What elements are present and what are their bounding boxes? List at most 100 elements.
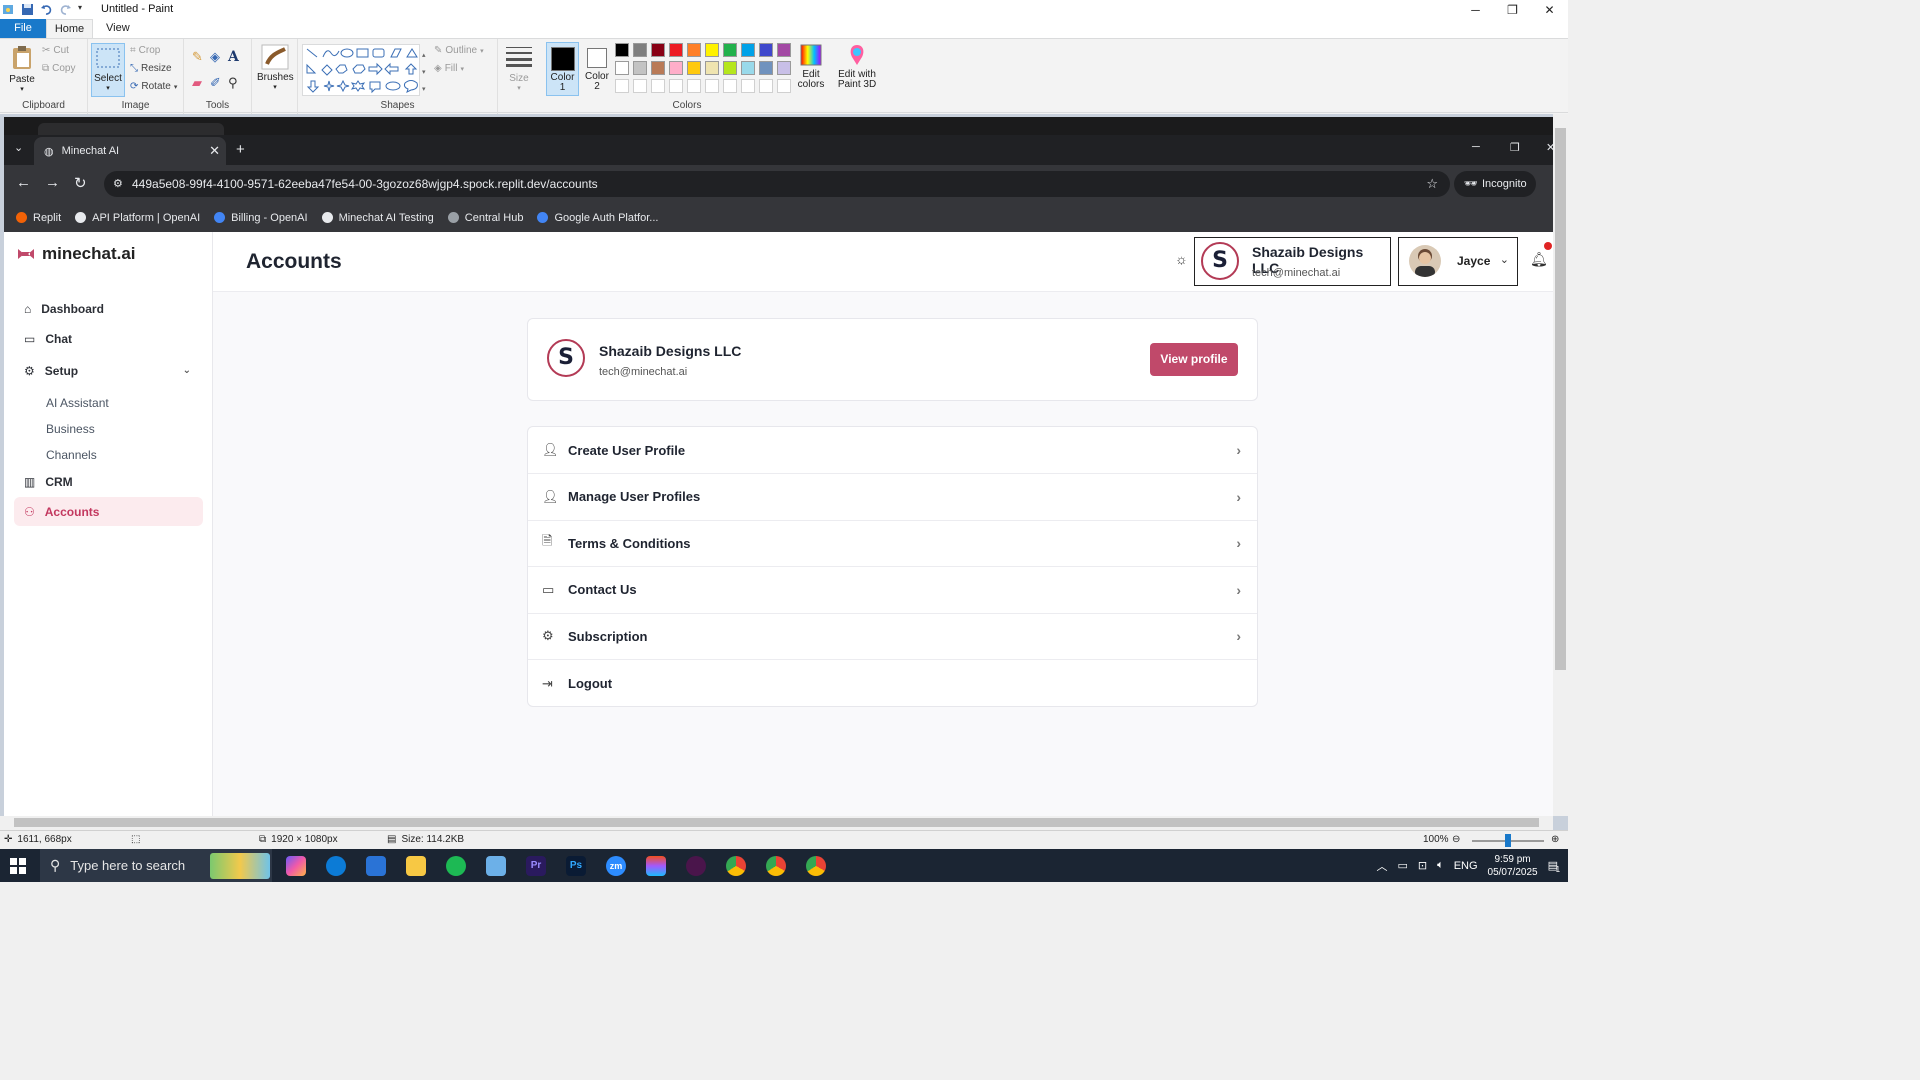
account-menu-item-terms-conditions[interactable]: 🗎 Terms & Conditions › bbox=[528, 520, 1257, 568]
account-menu-item-subscription[interactable]: ⚙ Subscription › bbox=[528, 613, 1257, 661]
premiere-icon[interactable]: Pr bbox=[526, 856, 546, 876]
custom-color-swatch[interactable] bbox=[651, 79, 665, 93]
bookmark-item[interactable]: Central Hub bbox=[447, 212, 523, 224]
chrome-icon[interactable] bbox=[726, 856, 746, 876]
color-swatch[interactable] bbox=[669, 61, 683, 75]
reload-icon[interactable]: ↻ bbox=[74, 174, 87, 192]
file-explorer-icon[interactable] bbox=[406, 856, 426, 876]
view-profile-button[interactable]: View profile bbox=[1150, 343, 1238, 376]
volume-icon[interactable]: 🔈︎ bbox=[1437, 859, 1444, 872]
edit-colors-button[interactable]: Edit colors bbox=[795, 43, 827, 90]
custom-color-swatch[interactable] bbox=[687, 79, 701, 93]
tab-view[interactable]: View bbox=[96, 19, 140, 38]
notifications-icon[interactable]: ▤ 1 bbox=[1548, 859, 1560, 874]
sidebar-subitem-ai-assistant[interactable]: AI Assistant bbox=[46, 396, 109, 410]
site-info-icon[interactable]: ⚙ bbox=[113, 171, 123, 197]
zoom-slider-thumb[interactable] bbox=[1505, 834, 1511, 847]
color-swatch[interactable] bbox=[705, 43, 719, 57]
zoom-app-icon[interactable]: zm bbox=[606, 856, 626, 876]
bookmark-item[interactable]: Google Auth Platfor... bbox=[537, 212, 658, 224]
custom-color-swatch[interactable] bbox=[705, 79, 719, 93]
magnifier-icon[interactable]: ⚲ bbox=[228, 75, 246, 91]
fill-bucket-icon[interactable]: ◈ bbox=[210, 49, 228, 65]
paint-taskbar-icon[interactable] bbox=[486, 856, 506, 876]
color-swatch[interactable] bbox=[633, 43, 647, 57]
text-tool-icon[interactable]: A bbox=[228, 49, 246, 65]
tab-close-icon[interactable]: ✕ bbox=[209, 143, 220, 159]
figma-icon[interactable] bbox=[646, 856, 666, 876]
bookmark-item[interactable]: Minechat AI Testing bbox=[321, 212, 434, 224]
taskbar-search[interactable]: ⚲ Type here to search bbox=[40, 849, 272, 882]
bookmark-item[interactable]: Billing - OpenAI bbox=[214, 212, 308, 224]
bookmark-star-icon[interactable]: ☆ bbox=[1426, 171, 1438, 197]
pencil-icon[interactable]: ✎ bbox=[192, 49, 210, 65]
color-swatch[interactable] bbox=[759, 61, 773, 75]
language-indicator[interactable]: ENG bbox=[1454, 860, 1478, 872]
custom-color-swatch[interactable] bbox=[723, 79, 737, 93]
tab-search-icon[interactable]: ⌄ bbox=[14, 141, 23, 154]
color-swatch[interactable] bbox=[651, 61, 665, 75]
sidebar-item-chat[interactable]: ▭ Chat bbox=[14, 324, 203, 353]
theme-toggle-icon[interactable]: ☼ bbox=[1175, 251, 1188, 267]
sidebar-item-accounts[interactable]: ⚇ Accounts bbox=[14, 497, 203, 526]
spotify-icon[interactable] bbox=[446, 856, 466, 876]
tray-overflow-icon[interactable]: ︿ bbox=[1376, 858, 1387, 874]
rotate-button[interactable]: ⟳ Rotate ▾ bbox=[130, 81, 177, 92]
sidebar-item-dashboard[interactable]: ⌂ Dashboard bbox=[14, 294, 203, 323]
outline-button[interactable]: ✎ Outline ▾ bbox=[434, 45, 484, 56]
color-swatch[interactable] bbox=[741, 61, 755, 75]
browser-minimize-icon[interactable]: ─ bbox=[1472, 141, 1480, 153]
close-button[interactable]: ✕ bbox=[1531, 0, 1568, 19]
color-swatch[interactable] bbox=[687, 43, 701, 57]
undo-icon[interactable] bbox=[40, 3, 53, 16]
chrome-incognito-icon[interactable] bbox=[806, 856, 826, 876]
copilot-icon[interactable] bbox=[286, 856, 306, 876]
paint3d-button[interactable]: Edit with Paint 3D bbox=[834, 43, 880, 90]
fill-button[interactable]: ◈ Fill ▾ bbox=[434, 63, 464, 74]
address-bar[interactable]: ⚙ 449a5e08-99f4-4100-9571-62eeba47fe54-0… bbox=[104, 171, 1450, 197]
tab-file[interactable]: File bbox=[0, 19, 46, 38]
browser-restore-icon[interactable]: ❐ bbox=[1510, 141, 1520, 154]
color-swatch[interactable] bbox=[759, 43, 773, 57]
store-icon[interactable] bbox=[366, 856, 386, 876]
cut-button[interactable]: ✂ Cut bbox=[42, 45, 69, 56]
business-switcher[interactable]: S Shazaib Designs LLC tech@minechat.ai bbox=[1194, 237, 1391, 286]
custom-color-swatch[interactable] bbox=[669, 79, 683, 93]
horizontal-scrollbar[interactable] bbox=[0, 816, 1553, 830]
account-menu-item-create-user-profile[interactable]: 👤︎ Create User Profile › bbox=[528, 427, 1257, 474]
custom-color-swatch[interactable] bbox=[633, 79, 647, 93]
brushes-button[interactable]: Brushes ▾ bbox=[257, 44, 294, 93]
chrome-profile-icon[interactable] bbox=[766, 856, 786, 876]
size-button[interactable]: Size ▾ bbox=[502, 45, 536, 94]
browser-tab[interactable]: ◍ Minechat AI ✕ bbox=[34, 137, 226, 165]
account-menu-item-manage-user-profiles[interactable]: 👤︎ Manage User Profiles › bbox=[528, 474, 1257, 521]
color1-button[interactable]: Color 1 bbox=[546, 42, 579, 96]
slack-icon[interactable] bbox=[686, 856, 706, 876]
back-icon[interactable]: ← bbox=[16, 174, 31, 191]
sidebar-subitem-channels[interactable]: Channels bbox=[46, 448, 97, 462]
redo-icon[interactable] bbox=[59, 3, 72, 16]
save-icon[interactable] bbox=[21, 3, 34, 16]
meet-now-icon[interactable]: ▭ bbox=[1397, 859, 1407, 872]
sidebar-subitem-business[interactable]: Business bbox=[46, 422, 95, 436]
custom-color-swatch[interactable] bbox=[615, 79, 629, 93]
color-swatch[interactable] bbox=[777, 43, 791, 57]
network-icon[interactable]: ⊡ bbox=[1418, 859, 1427, 872]
bell-icon[interactable]: 🔔︎ bbox=[1530, 251, 1548, 268]
color-swatch[interactable] bbox=[615, 43, 629, 57]
incognito-badge[interactable]: 🕶 Incognito bbox=[1454, 171, 1536, 197]
custom-color-swatch[interactable] bbox=[741, 79, 755, 93]
windows-start-icon[interactable] bbox=[10, 858, 26, 874]
minimize-button[interactable]: ─ bbox=[1457, 0, 1494, 19]
resize-button[interactable]: ⤡ Resize bbox=[130, 63, 172, 74]
account-menu-item-logout[interactable]: ⇥ Logout bbox=[528, 660, 1257, 707]
edge-icon[interactable] bbox=[326, 856, 346, 876]
eraser-icon[interactable]: ▰ bbox=[192, 75, 210, 91]
select-button[interactable]: Select ▾ bbox=[91, 43, 125, 97]
zoom-out-icon[interactable]: ⊖ bbox=[1452, 834, 1460, 845]
tab-home[interactable]: Home bbox=[46, 19, 93, 38]
paste-button[interactable]: Paste ▾ bbox=[6, 44, 38, 95]
color-swatch[interactable] bbox=[705, 61, 719, 75]
new-tab-icon[interactable]: + bbox=[236, 141, 245, 158]
bookmark-item[interactable]: API Platform | OpenAI bbox=[75, 212, 200, 224]
